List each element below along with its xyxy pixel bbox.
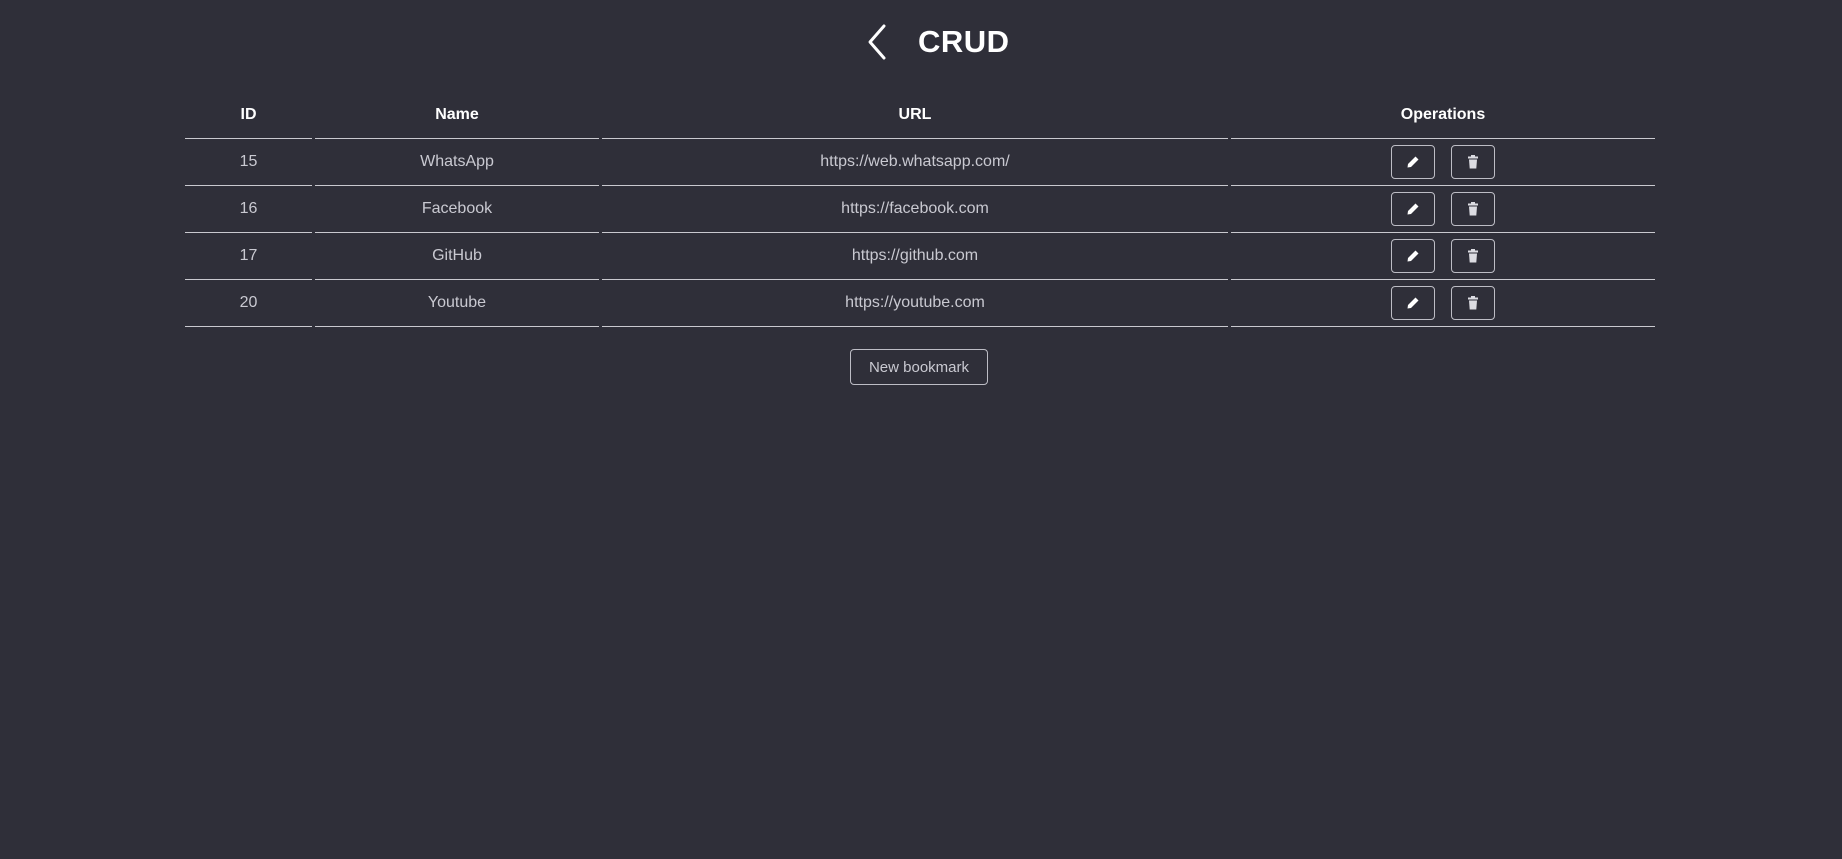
delete-button[interactable] (1451, 145, 1495, 179)
cell-id: 20 (185, 280, 312, 327)
cell-id: 15 (185, 139, 312, 186)
cell-id: 17 (185, 233, 312, 280)
table-row: 20 Youtube https://youtube.com (185, 280, 1655, 327)
cell-name: Facebook (315, 186, 599, 233)
page-title: CRUD (918, 24, 1010, 59)
cell-operations (1231, 280, 1655, 327)
bookmarks-table: ID Name URL Operations 15 WhatsApp https… (185, 92, 1655, 327)
cell-id: 16 (185, 186, 312, 233)
pencil-icon (1407, 156, 1419, 168)
chevron-left-icon (868, 24, 886, 60)
trash-icon (1468, 296, 1478, 310)
pencil-icon (1407, 250, 1419, 262)
column-header-name: Name (315, 92, 599, 139)
column-header-id: ID (185, 92, 312, 139)
trash-icon (1468, 155, 1478, 169)
table-row: 15 WhatsApp https://web.whatsapp.com/ (185, 139, 1655, 186)
cell-operations (1231, 233, 1655, 280)
edit-button[interactable] (1391, 192, 1435, 226)
table-row: 17 GitHub https://github.com (185, 233, 1655, 280)
trash-icon (1468, 249, 1478, 263)
edit-button[interactable] (1391, 145, 1435, 179)
delete-button[interactable] (1451, 286, 1495, 320)
cell-name: WhatsApp (315, 139, 599, 186)
cell-url: https://web.whatsapp.com/ (602, 139, 1228, 186)
edit-button[interactable] (1391, 239, 1435, 273)
edit-button[interactable] (1391, 286, 1435, 320)
crud-page: CRUD ID Name URL Operations 15 WhatsApp … (0, 0, 1842, 859)
cell-url: https://youtube.com (602, 280, 1228, 327)
pencil-icon (1407, 203, 1419, 215)
cell-name: GitHub (315, 233, 599, 280)
new-bookmark-button[interactable]: New bookmark (850, 349, 988, 385)
trash-icon (1468, 202, 1478, 216)
table-row: 16 Facebook https://facebook.com (185, 186, 1655, 233)
cell-name: Youtube (315, 280, 599, 327)
table-header-row: ID Name URL Operations (185, 92, 1655, 139)
cell-operations (1231, 139, 1655, 186)
delete-button[interactable] (1451, 192, 1495, 226)
delete-button[interactable] (1451, 239, 1495, 273)
cell-url: https://facebook.com (602, 186, 1228, 233)
column-header-operations: Operations (1231, 92, 1655, 139)
back-button[interactable] (862, 22, 892, 62)
column-header-url: URL (602, 92, 1228, 139)
cell-operations (1231, 186, 1655, 233)
cell-url: https://github.com (602, 233, 1228, 280)
page-header: CRUD (0, 16, 1842, 68)
pencil-icon (1407, 297, 1419, 309)
